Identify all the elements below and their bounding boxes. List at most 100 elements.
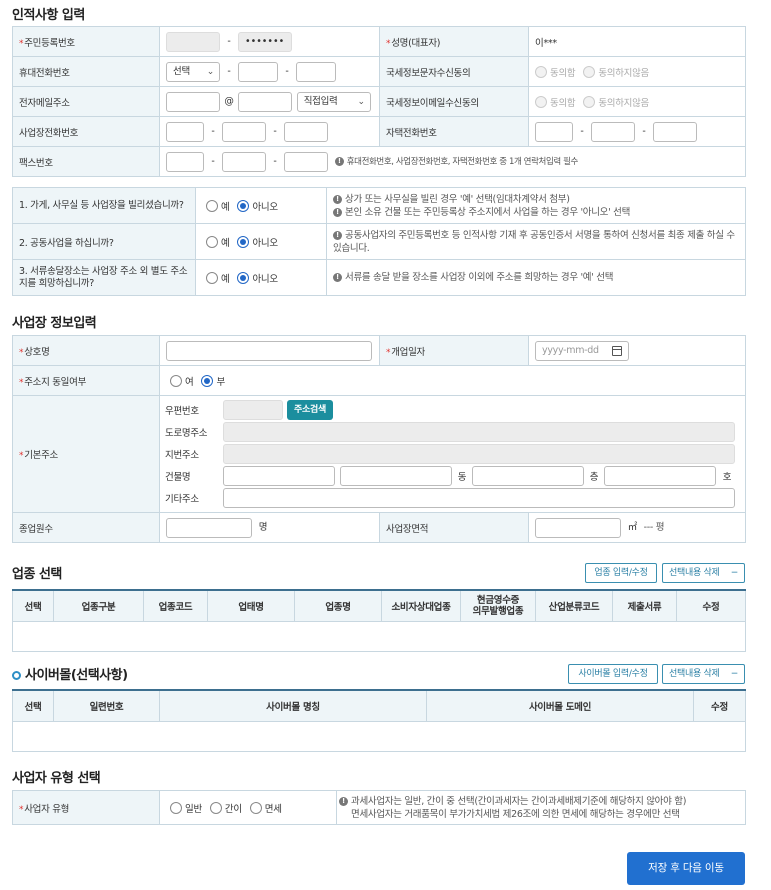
trade-name-label: *상호명 — [12, 335, 160, 366]
q2-yes-radio[interactable] — [206, 235, 218, 248]
employees-label: 종업원수 — [12, 512, 160, 543]
address-search-button[interactable]: 주소검색 — [287, 400, 333, 420]
same-address-no-radio[interactable] — [201, 374, 214, 387]
rrn-label: *주민등록번호 — [12, 26, 160, 57]
road-address-input — [223, 422, 735, 442]
home-phone-mid-input[interactable] — [591, 121, 635, 142]
open-date-label: *개업일자 — [379, 335, 529, 366]
lot-address-label: 지번주소 — [165, 450, 199, 461]
col-code: 업종코드 — [143, 589, 208, 622]
circle-bullet-icon — [12, 671, 21, 680]
col-classification-code: 산업분류코드 — [535, 589, 613, 622]
email-id-input[interactable] — [166, 91, 220, 112]
question-1-label: 1. 가게, 사무실 등 사업장을 빌리셨습니까? — [12, 187, 196, 224]
section-title-biztype: 사업자 유형 선택 — [12, 771, 101, 786]
fax-area-input[interactable] — [166, 151, 204, 172]
col-category: 업종구분 — [53, 589, 144, 622]
fax-mid-input[interactable] — [222, 151, 266, 172]
calendar-icon[interactable] — [612, 345, 622, 356]
biztype-simple-radio[interactable] — [209, 801, 222, 814]
building-label: 건물명 — [165, 472, 191, 483]
info-icon: ! — [333, 273, 342, 282]
section-title-industry: 업종 선택 — [12, 567, 62, 582]
home-phone-last-input[interactable] — [653, 121, 697, 142]
postcode-label: 우편번호 — [165, 406, 199, 417]
col-edit: 수정 — [693, 689, 746, 722]
biztype-table: *사업자 유형 일반 간이 면세 ! 과세사업자는 일반, 간이 중 선택(간이과세자… — [12, 790, 746, 825]
col-mall-name: 사이버몰 명칭 — [159, 689, 427, 722]
biz-phone-mid-input[interactable] — [222, 121, 266, 142]
biztype-general-radio[interactable] — [170, 801, 182, 814]
info-icon: ! — [339, 796, 348, 806]
cybermall-empty-row — [12, 720, 746, 752]
col-industry-name: 업종명 — [294, 589, 382, 622]
building-floor-input[interactable] — [472, 466, 584, 486]
area-label: 사업장면적 — [379, 512, 529, 543]
section-title-business: 사업장 정보입력 — [12, 316, 97, 331]
rrn-back-input[interactable]: ••••••• — [238, 31, 292, 52]
q3-yes-radio[interactable] — [206, 271, 218, 284]
mobile-label: 휴대전화번호 — [12, 56, 160, 87]
save-next-button[interactable]: 저장 후 다음 이동 — [627, 852, 745, 885]
home-phone-label: 자택전화번호 — [379, 116, 529, 147]
q3-note: 서류를 송달 받을 장소를 사업장 이외에 주소를 희망하는 경우 '예' 선택 — [345, 272, 614, 283]
chevron-down-icon: ⌄ — [357, 96, 365, 107]
col-select: 선택 — [12, 689, 54, 722]
employees-input[interactable] — [166, 517, 252, 538]
cybermall-edit-button[interactable]: 사이버몰 입력/수정 — [568, 664, 658, 684]
question-3-label: 3. 서류송달장소는 사업장 주소 외 별도 주소지를 희망하십니까? — [12, 259, 196, 296]
open-date-input[interactable]: yyyy-mm-dd — [535, 340, 629, 361]
etc-address-input[interactable] — [223, 488, 735, 508]
business-info-table: *상호명 *개업일자 yyyy-mm-dd *주소지 동일여부 여부 *기본주소… — [12, 335, 746, 543]
industry-edit-button[interactable]: 업종 입력/수정 — [585, 563, 657, 583]
email-consent-no-radio[interactable] — [583, 95, 596, 108]
q1-no-radio[interactable] — [237, 199, 250, 212]
biz-phone-area-input[interactable] — [166, 121, 204, 142]
sms-consent-no-radio[interactable] — [583, 65, 596, 78]
building-dong-input[interactable] — [340, 466, 452, 486]
name-value: 이*** — [528, 26, 746, 57]
section-title-cybermall: 사이버몰(선택사항) — [12, 664, 128, 683]
biztype-label: *사업자 유형 — [12, 790, 160, 825]
area-input[interactable] — [535, 517, 621, 538]
cybermall-delete-button[interactable]: 선택내용 삭제 − — [662, 664, 745, 684]
lot-address-input — [223, 444, 735, 464]
biztype-exempt-radio[interactable] — [249, 801, 262, 814]
info-icon: ! — [333, 194, 342, 204]
q1-yes-radio[interactable] — [206, 199, 218, 212]
info-icon: ! — [334, 157, 344, 166]
address-label: *기본주소 — [12, 395, 160, 513]
email-consent-yes-radio[interactable] — [535, 95, 547, 108]
fax-label: 팩스번호 — [12, 146, 160, 177]
same-address-yes-radio[interactable] — [170, 374, 182, 387]
industry-table: 선택 업종구분 업종코드 업태명 업종명 소비자상대업종 현금영수증 의무발행업… — [12, 589, 746, 652]
biz-phone-last-input[interactable] — [284, 121, 328, 142]
q2-note: 공동사업자의 주민등록번호 등 인적사항 기재 후 공동인증서 서명을 통하여 … — [333, 229, 735, 254]
minus-icon: − — [730, 669, 739, 679]
q2-no-radio[interactable] — [237, 235, 250, 248]
sms-consent-yes-radio[interactable] — [535, 65, 547, 78]
cybermall-table: 선택 일련번호 사이버몰 명칭 사이버몰 도메인 수정 — [12, 689, 746, 752]
email-domain-input[interactable] — [238, 91, 292, 112]
mobile-mid-input[interactable] — [238, 61, 278, 82]
home-phone-area-input[interactable] — [535, 121, 573, 142]
minus-icon: − — [730, 568, 739, 578]
mobile-prefix-select[interactable]: 선택 ⌄ — [166, 61, 220, 82]
industry-delete-button[interactable]: 선택내용 삭제 − — [662, 563, 745, 583]
q1-note-1: 상가 또는 사무실을 빌린 경우 '예' 선택(임대차계약서 첨부) — [345, 193, 570, 205]
trade-name-input[interactable] — [166, 340, 372, 361]
rrn-front-input[interactable] — [166, 31, 220, 52]
q3-no-radio[interactable] — [237, 271, 250, 284]
building-ho-input[interactable] — [604, 466, 716, 486]
email-domain-select[interactable]: 직접입력 ⌄ — [296, 91, 371, 112]
email-label: 전자메일주소 — [12, 86, 160, 117]
sms-consent-label: 국세정보문자수신동의 — [379, 56, 529, 87]
chevron-down-icon: ⌄ — [206, 66, 215, 77]
col-mall-domain: 사이버몰 도메인 — [426, 689, 694, 722]
building-name-input[interactable] — [223, 466, 335, 486]
fax-last-input[interactable] — [284, 151, 328, 172]
question-2-label: 2. 공동사업을 하십니까? — [12, 223, 196, 260]
mobile-last-input[interactable] — [296, 61, 336, 82]
col-select: 선택 — [12, 589, 54, 622]
etc-address-label: 기타주소 — [165, 494, 199, 505]
